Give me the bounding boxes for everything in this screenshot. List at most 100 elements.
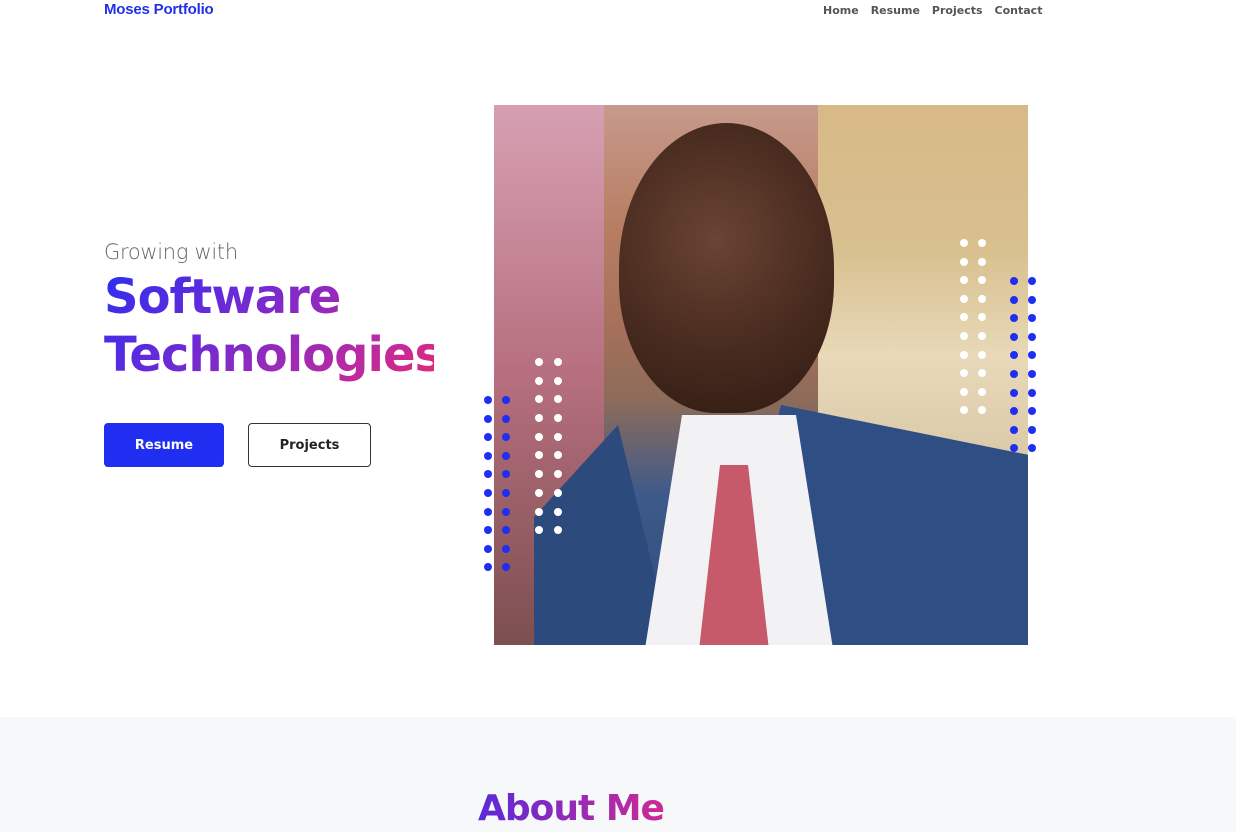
decor-dot	[1010, 425, 1018, 434]
decor-dot	[1028, 369, 1036, 378]
decor-dot	[502, 396, 510, 404]
decor-dot	[978, 331, 986, 340]
decor-dot	[535, 451, 543, 460]
decor-dot	[1010, 277, 1018, 285]
decor-dot	[535, 414, 543, 423]
decor-dot	[554, 526, 562, 535]
headline-line-1: Software	[104, 269, 341, 325]
decor-dot	[554, 432, 562, 441]
decor-dot	[484, 433, 492, 442]
headline-line-2: Technologies	[104, 327, 443, 383]
nav-projects-link[interactable]: Projects	[932, 4, 983, 17]
decor-dot	[554, 376, 562, 385]
decor-dot	[502, 563, 510, 572]
decor-dot	[960, 387, 968, 396]
decor-dot	[535, 507, 543, 516]
decor-dot	[1010, 351, 1018, 360]
decor-dot	[1010, 444, 1018, 453]
decor-dot	[484, 507, 492, 516]
decor-dot	[484, 396, 492, 404]
decor-dot	[960, 369, 968, 378]
dots-white-left	[535, 358, 562, 535]
decor-dot	[535, 432, 543, 441]
decor-dot	[1028, 351, 1036, 360]
decor-dot	[554, 470, 562, 479]
decor-dot	[1028, 295, 1036, 304]
decor-dot	[535, 395, 543, 404]
decor-dot	[1028, 425, 1036, 434]
decor-dot	[502, 526, 510, 535]
decor-dot	[960, 257, 968, 266]
decor-dot	[502, 470, 510, 479]
nav-resume-link[interactable]: Resume	[871, 4, 920, 17]
decor-dot	[1028, 407, 1036, 416]
decor-dot	[978, 276, 986, 285]
decor-dot	[484, 470, 492, 479]
decor-dot	[502, 451, 510, 460]
about-title: About Me	[478, 788, 665, 829]
dots-blue-right	[1010, 277, 1036, 453]
decor-dot	[1010, 388, 1018, 397]
decor-dot	[502, 488, 510, 497]
decor-dot	[535, 526, 543, 535]
decor-dot	[978, 313, 986, 322]
brand-link[interactable]: Moses Portfolio	[104, 1, 214, 18]
decor-dot	[502, 433, 510, 442]
decor-dot	[960, 313, 968, 322]
decor-dot	[502, 507, 510, 516]
decor-dot	[1028, 444, 1036, 453]
decor-dot	[484, 544, 492, 553]
decor-dot	[978, 294, 986, 303]
photo-head	[619, 123, 834, 413]
decor-dot	[1010, 407, 1018, 416]
decor-dot	[535, 488, 543, 497]
decor-dot	[1010, 314, 1018, 323]
resume-button[interactable]: Resume	[104, 423, 224, 467]
decor-dot	[978, 406, 986, 415]
decor-dot	[960, 239, 968, 247]
decor-dot	[1028, 314, 1036, 323]
decor-dot	[1028, 388, 1036, 397]
decor-dot	[978, 257, 986, 266]
decor-dot	[484, 563, 492, 572]
decor-dot	[554, 414, 562, 423]
decor-dot	[1010, 295, 1018, 304]
top-navbar: Moses Portfolio Home Resume Projects Con…	[0, 0, 1236, 24]
hero-tagline: Growing with	[104, 240, 238, 264]
decor-dot	[484, 526, 492, 535]
photo-background-building	[818, 105, 1028, 465]
profile-photo	[494, 105, 1028, 645]
dots-blue-left	[484, 396, 510, 572]
decor-dot	[960, 276, 968, 285]
decor-dot	[978, 369, 986, 378]
decor-dot	[535, 470, 543, 479]
decor-dot	[484, 451, 492, 460]
decor-dot	[960, 406, 968, 415]
projects-button[interactable]: Projects	[248, 423, 371, 467]
decor-dot	[554, 507, 562, 516]
decor-dot	[1010, 369, 1018, 378]
hero-headline: Software Technologies	[104, 268, 434, 384]
decor-dot	[484, 488, 492, 497]
decor-dot	[502, 414, 510, 423]
decor-dot	[502, 544, 510, 553]
hero-text: Growing with Software Technologies	[104, 240, 434, 384]
decor-dot	[960, 350, 968, 359]
hero-buttons: Resume Projects	[104, 423, 371, 467]
decor-dot	[1028, 277, 1036, 285]
decor-dot	[978, 350, 986, 359]
decor-dot	[1028, 332, 1036, 341]
decor-dot	[554, 395, 562, 404]
nav-contact-link[interactable]: Contact	[995, 4, 1043, 17]
decor-dot	[1010, 332, 1018, 341]
decor-dot	[978, 239, 986, 247]
decor-dot	[960, 331, 968, 340]
nav-home-link[interactable]: Home	[823, 4, 859, 17]
dots-white-right	[960, 239, 986, 415]
decor-dot	[960, 294, 968, 303]
nav-menu: Home Resume Projects Contact	[823, 4, 1042, 17]
decor-dot	[554, 451, 562, 460]
decor-dot	[535, 358, 543, 366]
decor-dot	[554, 488, 562, 497]
decor-dot	[978, 387, 986, 396]
